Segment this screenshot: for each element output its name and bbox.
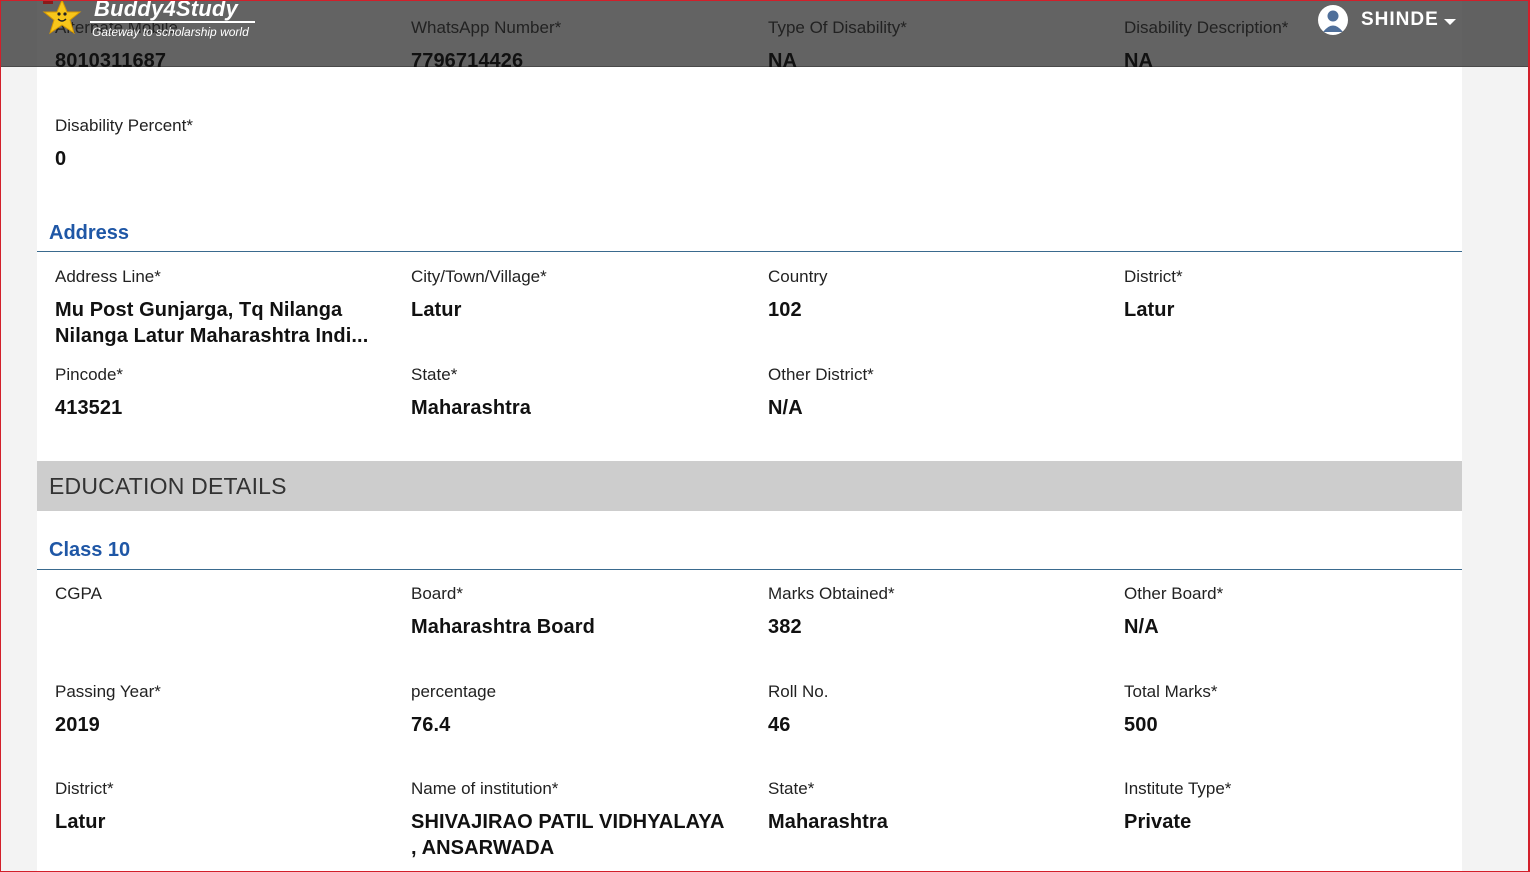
page-background-left <box>1 0 37 872</box>
field-value: 382 <box>768 616 802 638</box>
field-cgpa: CGPA <box>55 584 395 614</box>
field-label: Board* <box>411 584 463 603</box>
field-label: State* <box>768 779 815 798</box>
field-roll-no: Roll No. 46 <box>768 682 1108 738</box>
institution-line-2: , ANSARWADA <box>411 837 555 859</box>
field-value: 413521 <box>55 397 123 419</box>
field-value: SHIVAJIRAO PATIL VIDHYALAYA , ANSARWADA <box>411 809 741 861</box>
field-value: Private <box>1124 811 1192 833</box>
institution-line-1: SHIVAJIRAO PATIL VIDHYALAYA <box>411 811 725 833</box>
field-board: Board* Maharashtra Board <box>411 584 751 640</box>
window-border <box>0 0 1 872</box>
field-label: Pincode* <box>55 365 124 384</box>
field-value: Maharashtra <box>768 811 889 833</box>
field-value: 46 <box>768 714 791 736</box>
field-label: Other District* <box>768 365 874 384</box>
section-title-education: EDUCATION DETAILS <box>49 473 287 499</box>
field-value: 8010311687 <box>55 50 167 72</box>
field-label: District* <box>55 779 114 798</box>
field-value: 0 <box>55 148 67 170</box>
address-line-1: Mu Post Gunjarga, Tq Nilanga <box>55 299 343 321</box>
page-background-right <box>1462 0 1528 872</box>
field-label: CGPA <box>55 584 102 603</box>
field-value: NA <box>768 50 798 72</box>
field-label: Type Of Disability* <box>768 18 907 37</box>
field-value: Latur <box>1124 299 1175 321</box>
field-marks-obtained: Marks Obtained* 382 <box>768 584 1108 640</box>
section-title-address: Address <box>49 222 130 244</box>
user-name: SHINDE <box>1361 9 1439 30</box>
field-other-district: Other District* N/A <box>768 365 1108 421</box>
field-country: Country 102 <box>768 267 1108 323</box>
field-label: Name of institution* <box>411 779 559 798</box>
field-value: 2019 <box>55 714 100 736</box>
logo-underline <box>90 21 255 23</box>
field-label: percentage <box>411 682 497 701</box>
field-value: Maharashtra <box>411 397 532 419</box>
field-value: Maharashtra Board <box>411 616 595 638</box>
field-disability-percent: Disability Percent* 0 <box>55 116 395 172</box>
field-label: Address Line* <box>55 267 161 286</box>
field-address-line: Address Line* Mu Post Gunjarga, Tq Nilan… <box>55 267 385 349</box>
field-total-marks: Total Marks* 500 <box>1124 682 1464 738</box>
field-type-of-disability: Type Of Disability* NA <box>768 18 1108 74</box>
buddy4study-logo[interactable]: Buddy4Study Gateway to scholarship world <box>38 0 268 44</box>
field-whatsapp-number: WhatsApp Number* 7796714426 <box>411 18 751 74</box>
field-value: 7796714426 <box>411 50 524 72</box>
education-details-header: EDUCATION DETAILS <box>37 461 1462 511</box>
field-label: State* <box>411 365 458 384</box>
logo-wordmark: Buddy4Study <box>94 0 238 21</box>
section-title-class-10: Class 10 <box>49 539 131 561</box>
field-label: Institute Type* <box>1124 779 1232 798</box>
field-value: NA <box>1124 50 1154 72</box>
field-value: Latur <box>55 811 106 833</box>
field-education-state: State* Maharashtra <box>768 779 1108 835</box>
field-label: Disability Percent* <box>55 116 193 135</box>
field-label: Marks Obtained* <box>768 584 895 603</box>
field-value: Latur <box>411 299 462 321</box>
user-menu[interactable]: SHINDE <box>1318 4 1456 36</box>
field-label: District* <box>1124 267 1183 286</box>
field-percentage: percentage 76.4 <box>411 682 751 738</box>
user-avatar-icon <box>1318 5 1348 35</box>
field-label: Country <box>768 267 828 286</box>
chevron-down-icon <box>1443 18 1456 25</box>
field-passing-year: Passing Year* 2019 <box>55 682 395 738</box>
field-value: N/A <box>1124 616 1159 638</box>
field-label: Roll No. <box>768 682 829 701</box>
field-city: City/Town/Village* Latur <box>411 267 751 323</box>
field-label: Total Marks* <box>1124 682 1218 701</box>
field-education-district: District* Latur <box>55 779 395 835</box>
field-label: Other Board* <box>1124 584 1224 603</box>
field-value: 500 <box>1124 714 1158 736</box>
field-other-board: Other Board* N/A <box>1124 584 1464 640</box>
field-label: WhatsApp Number* <box>411 18 562 37</box>
field-value: N/A <box>768 397 803 419</box>
field-pincode: Pincode* 413521 <box>55 365 395 421</box>
section-divider <box>37 569 1462 570</box>
window-border <box>0 0 1530 1</box>
section-divider <box>37 251 1462 252</box>
field-state: State* Maharashtra <box>411 365 751 421</box>
field-label: City/Town/Village* <box>411 267 547 286</box>
field-value: Mu Post Gunjarga, Tq Nilanga Nilanga Lat… <box>55 297 385 349</box>
field-value: 102 <box>768 299 802 321</box>
logo-tagline: Gateway to scholarship world <box>92 25 249 39</box>
address-line-2: Nilanga Latur Maharashtra Indi... <box>55 325 369 347</box>
field-value: 76.4 <box>411 714 451 736</box>
field-label: Passing Year* <box>55 682 161 701</box>
field-institute-type: Institute Type* Private <box>1124 779 1464 835</box>
field-name-of-institution: Name of institution* SHIVAJIRAO PATIL VI… <box>411 779 741 861</box>
field-district: District* Latur <box>1124 267 1464 323</box>
star-mascot-icon <box>42 0 82 35</box>
